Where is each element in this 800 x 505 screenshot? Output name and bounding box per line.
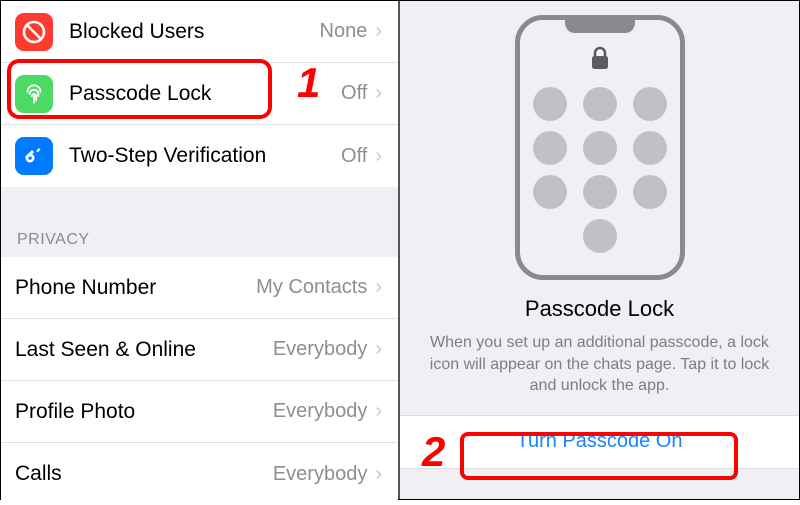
row-label: Last Seen & Online <box>15 338 273 362</box>
chevron-right-icon: › <box>375 20 382 43</box>
row-value: Off <box>341 145 367 168</box>
turn-passcode-on-row[interactable]: Turn Passcode On <box>400 415 799 469</box>
key-icon <box>15 137 53 175</box>
annotation-step-2: 2 <box>422 428 445 476</box>
row-phone-number[interactable]: Phone Number My Contacts › <box>1 257 398 319</box>
row-passcode-lock[interactable]: Passcode Lock Off › <box>1 63 398 125</box>
passcode-title: Passcode Lock <box>525 296 674 322</box>
turn-passcode-on-label: Turn Passcode On <box>516 430 682 453</box>
fingerprint-icon <box>15 75 53 113</box>
chevron-right-icon: › <box>375 82 382 105</box>
chevron-right-icon: › <box>375 338 382 361</box>
annotation-step-1: 1 <box>297 59 320 107</box>
row-value: None <box>320 20 368 43</box>
row-profile-photo[interactable]: Profile Photo Everybody › <box>1 381 398 443</box>
phone-illustration <box>515 15 685 280</box>
row-label: Calls <box>15 462 273 486</box>
row-value: Everybody <box>273 400 368 423</box>
row-value: My Contacts <box>256 276 367 299</box>
blocked-icon <box>15 13 53 51</box>
row-blocked-users[interactable]: Blocked Users None › <box>1 1 398 63</box>
row-last-seen[interactable]: Last Seen & Online Everybody › <box>1 319 398 381</box>
lock-icon <box>589 45 611 71</box>
row-label: Two-Step Verification <box>69 144 341 168</box>
section-gap <box>1 187 398 223</box>
phone-notch <box>565 19 635 33</box>
row-two-step-verification[interactable]: Two-Step Verification Off › <box>1 125 398 187</box>
chevron-right-icon: › <box>375 145 382 168</box>
chevron-right-icon: › <box>375 276 382 299</box>
row-label: Phone Number <box>15 276 256 300</box>
row-label: Profile Photo <box>15 400 273 424</box>
chevron-right-icon: › <box>375 400 382 423</box>
chevron-right-icon: › <box>375 463 382 486</box>
row-value: Everybody <box>273 338 368 361</box>
security-group: Blocked Users None › Passcode Lock Off ›… <box>1 1 398 187</box>
settings-pane: Blocked Users None › Passcode Lock Off ›… <box>1 1 400 499</box>
row-calls[interactable]: Calls Everybody › <box>1 443 398 505</box>
passcode-lock-pane: Passcode Lock When you set up an additio… <box>400 1 799 499</box>
row-label: Blocked Users <box>69 20 320 44</box>
privacy-group: Phone Number My Contacts › Last Seen & O… <box>1 257 398 505</box>
keypad-illustration <box>533 87 667 253</box>
privacy-header: PRIVACY <box>1 223 398 257</box>
row-value: Off <box>341 82 367 105</box>
row-value: Everybody <box>273 463 368 486</box>
passcode-description: When you set up an additional passcode, … <box>400 332 799 397</box>
